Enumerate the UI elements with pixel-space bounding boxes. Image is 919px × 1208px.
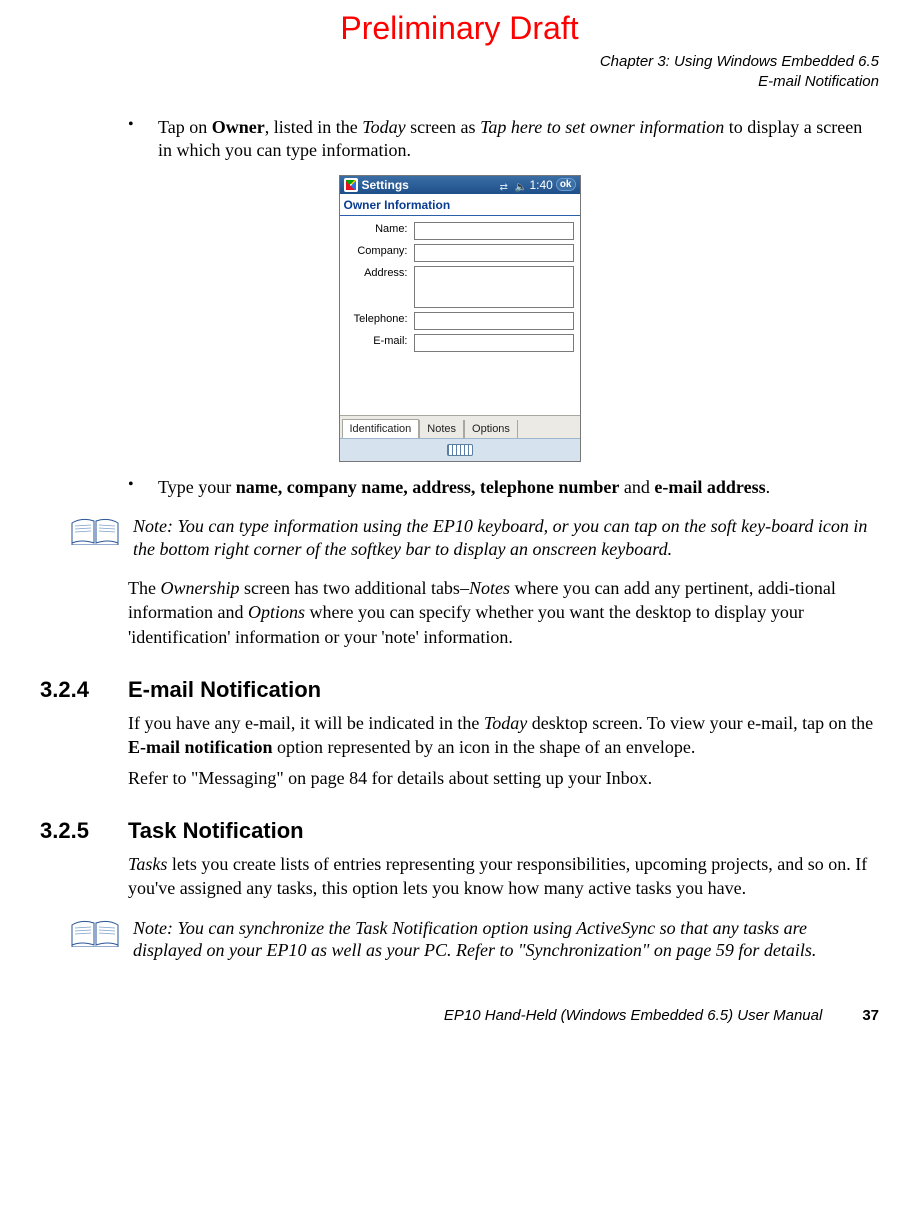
section-title-324: E-mail Notification: [128, 677, 321, 703]
ss-title: Settings: [362, 178, 409, 192]
chapter-line-1: Chapter 3: Using Windows Embedded 6.5: [40, 52, 879, 72]
section-3-2-5: 3.2.5 Task Notification: [40, 818, 879, 844]
bullet-owner: • Tap on Owner, listed in the Today scre…: [128, 116, 879, 163]
note-sync: Note: You can synchronize the Task Notif…: [70, 917, 879, 962]
footer-manual-title: EP10 Hand-Held (Windows Embedded 6.5) Us…: [444, 1007, 822, 1024]
tab-identification[interactable]: Identification: [342, 419, 420, 438]
email-paragraph-1: If you have any e-mail, it will be indic…: [128, 711, 879, 760]
windows-flag-icon: [344, 178, 358, 192]
note-sync-text: Note: You can synchronize the Task Notif…: [133, 917, 879, 962]
input-name[interactable]: [414, 222, 574, 240]
ss-time: 1:40: [529, 178, 552, 192]
section-num-324: 3.2.4: [40, 677, 128, 703]
input-email[interactable]: [414, 334, 574, 352]
tab-options[interactable]: Options: [464, 420, 518, 438]
book-icon: [70, 517, 120, 545]
bullet-marker: •: [128, 476, 158, 499]
note-keyboard: Note: You can type information using the…: [70, 515, 879, 560]
section-title-325: Task Notification: [128, 818, 304, 844]
chapter-line-2: E-mail Notification: [40, 72, 879, 92]
label-address: Address:: [346, 266, 414, 279]
section-num-325: 3.2.5: [40, 818, 128, 844]
label-company: Company:: [346, 244, 414, 257]
input-address[interactable]: [414, 266, 574, 308]
label-name: Name:: [346, 222, 414, 235]
task-paragraph-1: Tasks lets you create lists of entries r…: [128, 852, 879, 901]
input-company[interactable]: [414, 244, 574, 262]
ss-tabstrip: Identification Notes Options: [340, 415, 580, 438]
bullet-type-info: • Type your name, company name, address,…: [128, 476, 879, 499]
volume-icon: [514, 179, 526, 191]
ownership-paragraph: The Ownership screen has two additional …: [128, 576, 879, 649]
chapter-header: Chapter 3: Using Windows Embedded 6.5 E-…: [40, 52, 879, 91]
section-3-2-4: 3.2.4 E-mail Notification: [40, 677, 879, 703]
preliminary-draft-title: Preliminary Draft: [40, 10, 879, 47]
ss-softkey-bar: [340, 438, 580, 461]
bullet-marker: •: [128, 116, 158, 163]
ok-button[interactable]: ok: [556, 178, 576, 191]
book-icon: [70, 919, 120, 947]
email-paragraph-2: Refer to "Messaging" on page 84 for deta…: [128, 766, 879, 790]
note-keyboard-text: Note: You can type information using the…: [133, 515, 879, 560]
label-email: E-mail:: [346, 334, 414, 347]
footer-page-number: 37: [862, 1007, 879, 1024]
connection-icon: [499, 179, 511, 191]
input-telephone[interactable]: [414, 312, 574, 330]
keyboard-icon[interactable]: [447, 444, 473, 456]
ss-section-header: Owner Information: [340, 194, 580, 216]
bullet-owner-text: Tap on Owner, listed in the Today screen…: [158, 116, 879, 163]
owner-info-screenshot: Settings 1:40 ok Owner Information Name:…: [339, 175, 581, 462]
tab-notes[interactable]: Notes: [419, 420, 464, 438]
ss-titlebar: Settings 1:40 ok: [340, 176, 580, 194]
bullet-type-text: Type your name, company name, address, t…: [158, 476, 879, 499]
page-footer: EP10 Hand-Held (Windows Embedded 6.5) Us…: [40, 1007, 879, 1024]
label-telephone: Telephone:: [346, 312, 414, 325]
